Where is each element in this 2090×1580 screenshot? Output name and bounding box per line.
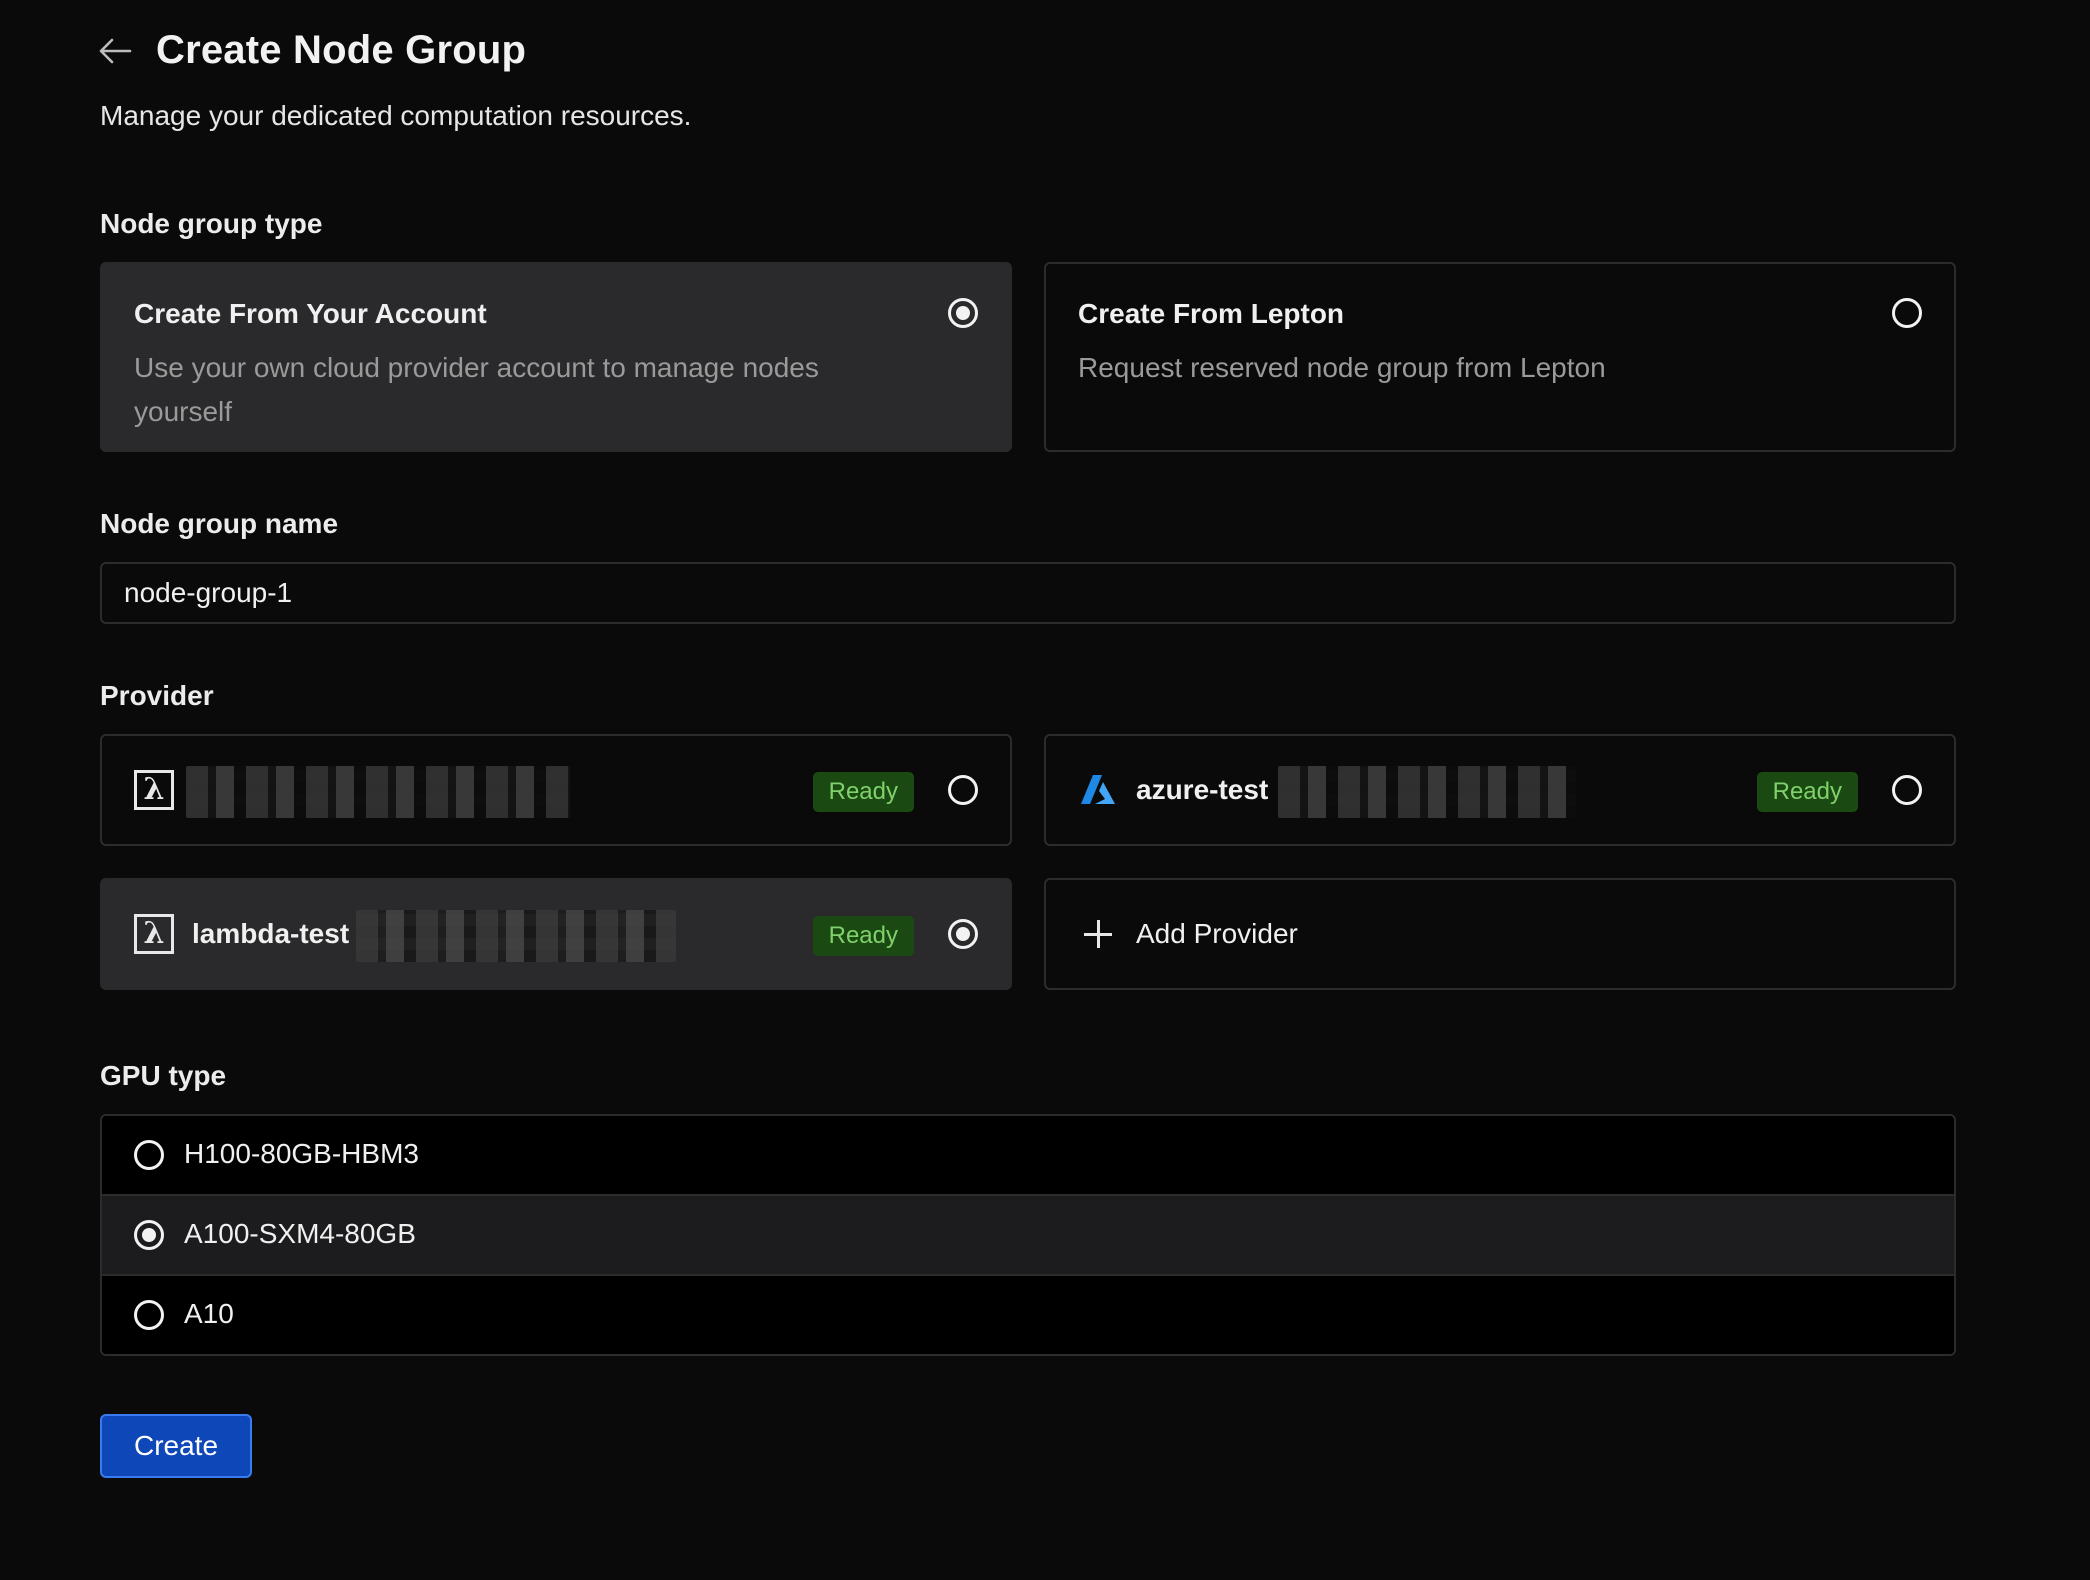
plus-icon [1082,918,1114,950]
provider-radio-lambda-1[interactable] [948,775,978,805]
node-group-name-input[interactable] [100,562,1956,624]
gpu-option-a100[interactable]: A100-SXM4-80GB [102,1194,1954,1274]
lambda-icon: λ [134,770,174,810]
lambda-icon: λ [134,914,174,954]
redacted-provider-name [186,766,570,818]
provider-card-azure-test[interactable]: azure-test Ready [1044,734,1956,846]
add-provider-button[interactable]: Add Provider [1044,878,1956,990]
gpu-type-label: GPU type [100,1060,227,1091]
provider-card-lambda-1[interactable]: λ Ready [100,734,1012,846]
redacted-provider-detail [356,910,676,962]
status-badge: Ready [812,772,914,812]
provider-radio-lambda-test[interactable] [948,919,978,949]
gpu-option-label: A10 [184,1298,234,1329]
type-card-description: Request reserved node group from Lepton [1078,352,1606,383]
provider-label: Provider [100,680,214,711]
status-badge: Ready [812,916,914,956]
gpu-option-label: A100-SXM4-80GB [184,1218,416,1249]
gpu-radio-h100[interactable] [134,1140,164,1170]
gpu-option-a10[interactable]: A10 [102,1274,1954,1354]
type-radio-lepton[interactable] [1892,298,1922,328]
type-card-your-account[interactable]: Create From Your Account Use your own cl… [100,262,1012,452]
page-title: Create Node Group [156,28,527,72]
type-card-title: Create From Your Account [134,298,487,329]
node-group-name-label: Node group name [100,508,339,539]
create-node-group-page: Create Node Group Manage your dedicated … [0,0,2090,1580]
type-card-title: Create From Lepton [1078,298,1345,329]
type-radio-your-account[interactable] [948,298,978,328]
status-badge: Ready [1756,772,1858,812]
gpu-option-label: H100-80GB-HBM3 [184,1138,419,1169]
gpu-type-list: H100-80GB-HBM3 A100-SXM4-80GB A10 [100,1114,1956,1356]
type-card-description: Use your own cloud provider account to m… [134,352,819,427]
gpu-option-h100[interactable]: H100-80GB-HBM3 [102,1116,1954,1194]
page-subtitle: Manage your dedicated computation resour… [100,100,692,131]
redacted-provider-detail [1278,766,1576,818]
back-arrow-icon[interactable] [96,31,136,71]
type-card-lepton[interactable]: Create From Lepton Request reserved node… [1044,262,1956,452]
provider-name: azure-test [1136,774,1269,805]
add-provider-label: Add Provider [1136,918,1298,949]
create-button[interactable]: Create [100,1414,252,1478]
provider-name: lambda-test [192,918,350,949]
gpu-radio-a100[interactable] [134,1220,164,1250]
page-header: Create Node Group [96,28,526,73]
provider-card-lambda-test[interactable]: λ lambda-test Ready [100,878,1012,990]
azure-icon [1078,770,1118,810]
provider-radio-azure-test[interactable] [1892,775,1922,805]
gpu-radio-a10[interactable] [134,1300,164,1330]
node-group-type-label: Node group type [100,208,323,239]
